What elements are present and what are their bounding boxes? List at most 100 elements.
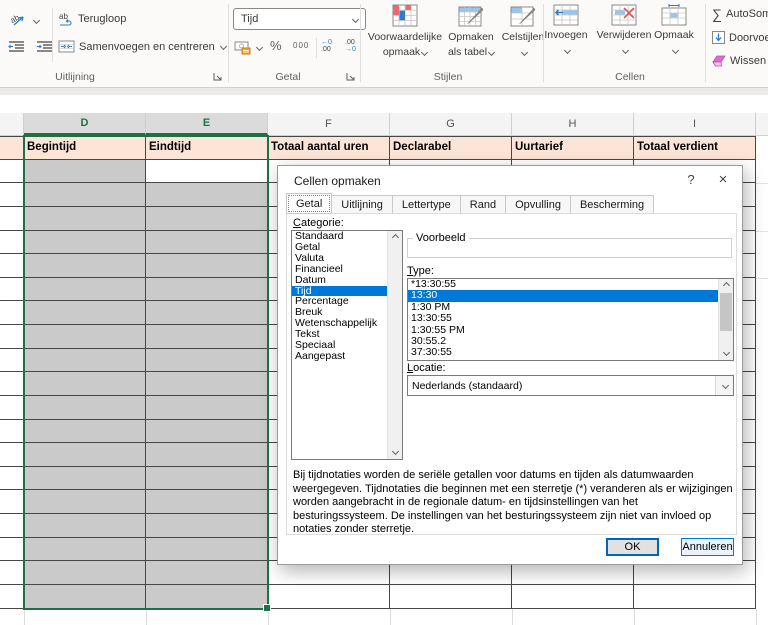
cell[interactable] [0, 230, 24, 255]
cell[interactable] [0, 490, 24, 515]
cell[interactable] [24, 395, 146, 420]
cell[interactable] [24, 254, 146, 278]
scroll-up-icon[interactable] [719, 279, 733, 292]
cell[interactable] [24, 419, 146, 444]
ok-button[interactable]: OK [606, 538, 659, 556]
cell[interactable] [0, 277, 24, 302]
autosum-button[interactable]: ∑ AutoSom [712, 7, 768, 21]
table-header-cell[interactable]: Eindtijd [146, 136, 268, 160]
table-header-cell[interactable]: Totaal aantal uren [268, 136, 390, 160]
increase-decimal-button[interactable]: ←0.00 [321, 39, 332, 53]
cell[interactable] [24, 561, 146, 585]
delete-cells-button[interactable]: Verwijderen [595, 4, 653, 56]
cell[interactable] [0, 419, 24, 444]
number-dialog-launcher[interactable] [345, 71, 358, 84]
cell[interactable] [146, 230, 268, 255]
cell[interactable] [24, 584, 146, 609]
cell[interactable] [0, 348, 24, 373]
tab-rand[interactable]: Rand [460, 195, 507, 214]
tab-bescherming[interactable]: Bescherming [570, 195, 655, 214]
cell[interactable] [0, 325, 24, 349]
cat-list-item[interactable]: Aangepast [292, 351, 402, 362]
category-listbox[interactable]: Standaard Getal Valuta Financieel Datum Tijd P… [291, 230, 403, 460]
help-button[interactable]: ? [676, 166, 706, 192]
cell[interactable] [24, 490, 146, 515]
comma-style-button[interactable]: 000 [293, 41, 309, 50]
cell[interactable] [390, 584, 512, 609]
tab-uitlijning[interactable]: Uitlijning [332, 195, 393, 214]
cell[interactable] [24, 301, 146, 326]
tab-getal[interactable]: Getal [286, 193, 333, 214]
cell[interactable] [0, 443, 24, 467]
cell[interactable] [0, 584, 24, 609]
cell[interactable] [146, 419, 268, 444]
cell[interactable] [24, 230, 146, 255]
cell[interactable] [0, 537, 24, 562]
cell[interactable] [146, 537, 268, 562]
column-header-e[interactable]: E [146, 113, 268, 135]
column-header-f[interactable]: F [268, 113, 390, 136]
clear-button[interactable]: Wissen [712, 55, 768, 67]
locale-combobox[interactable]: Nederlands (standaard) [407, 375, 734, 396]
cell[interactable] [0, 372, 24, 396]
cell[interactable] [0, 183, 24, 207]
alignment-dialog-launcher[interactable] [212, 71, 225, 84]
decrease-decimal-button[interactable]: .00 →0 [345, 39, 356, 53]
cell[interactable] [24, 325, 146, 349]
cell[interactable] [146, 443, 268, 467]
column-header-h[interactable]: H [512, 113, 634, 136]
type-list-item[interactable]: 13:30 [408, 289, 733, 302]
table-header-cell[interactable]: Uurtarief [512, 136, 634, 160]
scroll-down-icon[interactable] [388, 446, 402, 459]
cell[interactable] [146, 561, 268, 585]
cell[interactable] [146, 325, 268, 349]
number-format-combobox[interactable]: Tijd [233, 8, 366, 30]
format-as-table-button[interactable]: Opmaken als tabel [442, 4, 500, 58]
orientation-button[interactable]: ab [10, 12, 41, 28]
cell[interactable] [146, 254, 268, 278]
fill-button[interactable]: Doorvoeren [712, 31, 768, 44]
cell[interactable] [0, 466, 24, 491]
cancel-button[interactable]: Annuleren [681, 538, 734, 556]
type-list-item[interactable]: 1:30 PM [408, 301, 733, 313]
cell[interactable] [0, 206, 24, 231]
decrease-indent-button[interactable] [8, 40, 25, 54]
cell[interactable] [634, 584, 756, 609]
combo-dropdown-button[interactable] [715, 376, 733, 395]
format-cells-button[interactable]: Opmaak [650, 4, 698, 56]
cell[interactable] [146, 395, 268, 420]
column-header-partial[interactable] [0, 113, 24, 136]
scrollbar[interactable] [387, 231, 402, 459]
cell[interactable] [24, 537, 146, 562]
cell[interactable] [268, 584, 390, 609]
wrap-text-button[interactable]: ab Terugloop [58, 12, 126, 26]
type-listbox[interactable]: *13:30:55 13:30 1:30 PM 13:30:55 1:30:55 PM 3… [407, 278, 734, 361]
type-list-item[interactable]: 1:30:55 PM [408, 324, 733, 336]
table-header-cell[interactable]: Declarabel [390, 136, 512, 160]
scroll-up-icon[interactable] [388, 231, 402, 244]
percent-style-button[interactable]: % [270, 38, 282, 53]
scrollbar[interactable] [718, 279, 733, 360]
tab-opvulling[interactable]: Opvulling [506, 195, 571, 214]
cell[interactable] [146, 183, 268, 207]
cell[interactable] [24, 159, 146, 184]
cell[interactable] [0, 254, 24, 278]
cell[interactable] [24, 206, 146, 231]
column-header-partial[interactable] [756, 113, 768, 136]
cell[interactable] [146, 584, 268, 609]
type-list-item[interactable]: 37:30:55 [408, 347, 733, 359]
cell[interactable] [146, 490, 268, 515]
cell[interactable] [146, 277, 268, 302]
cell[interactable] [24, 514, 146, 538]
cell[interactable] [0, 301, 24, 326]
merge-center-button[interactable]: Samenvoegen en centreren [58, 40, 227, 53]
cell[interactable] [512, 584, 634, 609]
cell[interactable] [24, 372, 146, 396]
cat-list-item[interactable]: Financieel [292, 263, 402, 275]
increase-indent-button[interactable] [36, 40, 53, 54]
cat-list-item[interactable]: Datum [292, 274, 402, 286]
conditional-formatting-button[interactable]: Voorwaardelijke opmaak [366, 4, 444, 58]
type-list-item[interactable]: 13:30:55 [408, 312, 733, 324]
cell[interactable] [0, 561, 24, 585]
cell[interactable] [24, 348, 146, 373]
